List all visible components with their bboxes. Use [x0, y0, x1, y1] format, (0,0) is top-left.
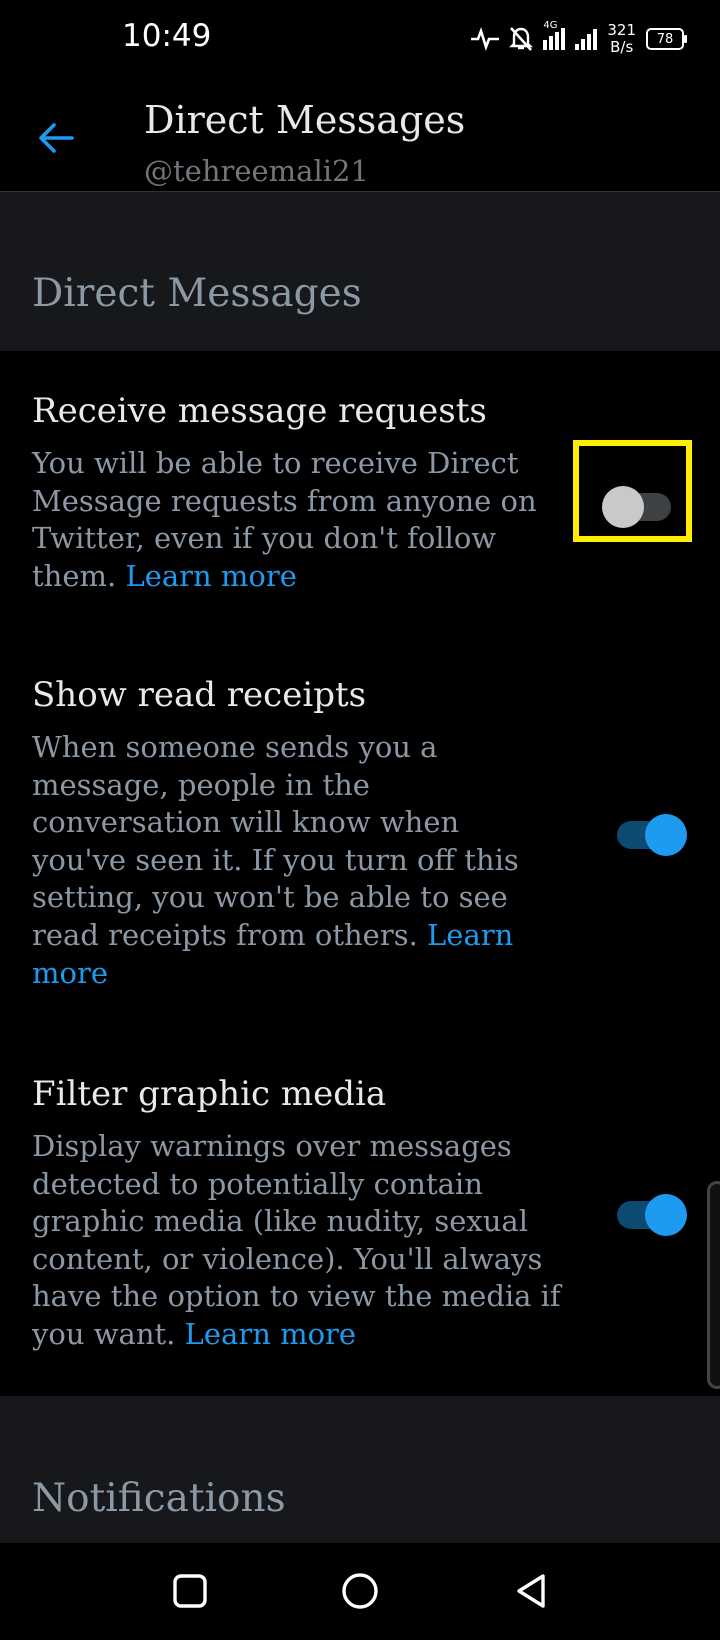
show-read-receipts-toggle[interactable] — [617, 814, 687, 856]
section-title: Notifications — [32, 1476, 286, 1521]
section-header-direct-messages: Direct Messages — [0, 192, 720, 351]
bell-off-icon — [509, 27, 534, 51]
section-header-notifications: Notifications — [0, 1396, 720, 1543]
setting-show-read-receipts[interactable]: Show read receipts When someone sends yo… — [0, 630, 720, 1030]
activity-icon — [471, 27, 500, 51]
net-speed-unit: B/s — [610, 38, 634, 56]
scroll-indicator[interactable] — [707, 1181, 720, 1389]
account-handle: @tehreemali21 — [144, 154, 369, 188]
learn-more-link[interactable]: Learn more — [125, 559, 296, 593]
setting-title: Receive message requests — [32, 391, 487, 431]
signal-4g-icon: 4G — [543, 20, 566, 50]
network-type-label: 4G — [543, 20, 558, 31]
setting-description: You will be able to receive Direct Messa… — [32, 445, 552, 595]
page-title: Direct Messages — [144, 98, 466, 142]
signal-icon — [575, 28, 598, 50]
toggle-knob — [645, 814, 687, 856]
selection-highlight — [573, 440, 692, 542]
status-time: 10:49 — [122, 18, 212, 54]
system-nav-bar — [0, 1543, 720, 1640]
filter-graphic-media-toggle[interactable] — [617, 1194, 687, 1236]
arrow-left-icon[interactable] — [36, 118, 76, 158]
net-speed-value: 321 — [607, 21, 636, 39]
recents-square-icon[interactable] — [166, 1567, 214, 1615]
battery-level: 78 — [656, 31, 674, 47]
toggle-knob — [645, 1194, 687, 1236]
status-bar: 10:49 4G 321 B/s 78 — [0, 0, 720, 84]
battery-icon: 78 — [646, 28, 687, 50]
net-speed: 321 B/s — [607, 22, 636, 56]
setting-title: Show read receipts — [32, 675, 367, 715]
setting-filter-graphic-media[interactable]: Filter graphic media Display warnings ov… — [0, 1030, 720, 1395]
setting-description: When someone sends you a message, people… — [32, 729, 532, 992]
top-app-bar: Direct Messages @tehreemali21 — [0, 84, 720, 192]
setting-title: Filter graphic media — [32, 1074, 387, 1114]
section-title: Direct Messages — [32, 271, 362, 316]
home-circle-icon[interactable] — [336, 1567, 384, 1615]
status-icons: 4G 321 B/s 78 — [471, 20, 687, 56]
setting-description: Display warnings over messages detected … — [32, 1128, 572, 1354]
learn-more-link[interactable]: Learn more — [185, 1317, 356, 1351]
back-triangle-icon[interactable] — [508, 1567, 556, 1615]
